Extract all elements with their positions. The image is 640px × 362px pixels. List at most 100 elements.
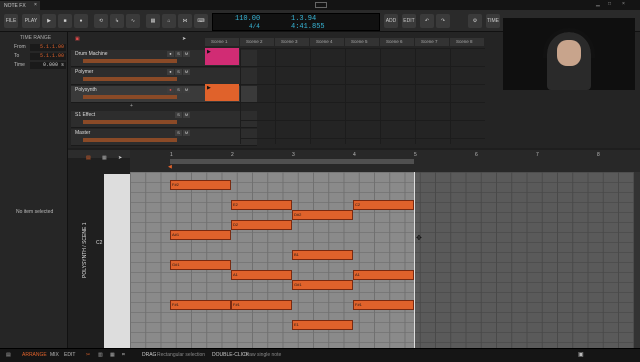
volume-meter[interactable]	[83, 95, 177, 99]
time-display[interactable]: 4:41.855	[291, 23, 325, 31]
bar-number: 4	[353, 152, 356, 158]
solo-button[interactable]: S	[175, 130, 182, 136]
punch-in-icon[interactable]: ↳	[110, 14, 124, 28]
note[interactable]: B1	[292, 250, 353, 260]
grid-icon[interactable]: ▦	[110, 352, 115, 358]
mute-button[interactable]: M	[183, 69, 190, 75]
note[interactable]: A1	[353, 270, 414, 280]
note[interactable]: C2	[353, 200, 414, 210]
loop-region[interactable]	[170, 159, 414, 164]
record-icon[interactable]: ●	[74, 14, 88, 28]
mute-button[interactable]: M	[183, 87, 190, 93]
scene-header[interactable]: Scene 1	[205, 38, 239, 46]
clip-drum-scene-1[interactable]: ▶	[205, 48, 239, 65]
bar-number: 5	[414, 152, 417, 158]
add-track-plus-icon[interactable]: +	[130, 103, 133, 109]
note[interactable]: D#2	[292, 210, 353, 220]
edit-tab[interactable]: EDIT	[64, 352, 75, 358]
clip-polysynth-scene-1[interactable]: ▶	[205, 84, 239, 101]
note[interactable]: E1	[292, 320, 353, 330]
side-panel-icon[interactable]: ▤	[86, 155, 91, 161]
mix-tab[interactable]: MIX	[50, 352, 59, 358]
note-grid[interactable]: F#2 E2 D#2 C2 D2 A#1 B1 G#1 A1 A1 G#1 F#…	[130, 172, 640, 348]
volume-meter[interactable]	[83, 77, 177, 81]
file-button[interactable]: FILE	[4, 14, 18, 28]
empty-selection-label: No item selected	[16, 209, 54, 215]
solo-button[interactable]: S	[175, 69, 182, 75]
scene-header[interactable]: Scene 5	[345, 38, 379, 46]
scene-header[interactable]: Scene 6	[380, 38, 414, 46]
keyboard-icon[interactable]: ⌨	[194, 14, 208, 28]
scene-header[interactable]: Scene 3	[275, 38, 309, 46]
note[interactable]: F#1	[231, 300, 292, 310]
solo-button[interactable]: S	[175, 87, 182, 93]
record-arm-button[interactable]: ●	[167, 69, 174, 75]
undo-icon[interactable]: ↶	[420, 14, 434, 28]
playhead-marker-icon[interactable]: ◀	[168, 164, 172, 170]
note[interactable]: F#1	[353, 300, 414, 310]
record-arm-button[interactable]: ●	[167, 51, 174, 57]
pointer-tool-icon[interactable]: ➤	[182, 36, 186, 42]
note[interactable]: A#1	[170, 230, 231, 240]
play-icon[interactable]: ▶	[207, 49, 211, 55]
bar-number: 8	[597, 152, 600, 158]
to-value[interactable]: 5.1.1.00	[30, 53, 66, 60]
mute-button[interactable]: M	[183, 112, 190, 118]
layout-icon[interactable]: ▦	[102, 155, 107, 161]
solo-button[interactable]: S	[175, 51, 182, 57]
play-icon[interactable]: ▶	[207, 85, 211, 91]
stop-icon[interactable]: ■	[58, 14, 72, 28]
status-icon[interactable]: ▤	[6, 352, 11, 358]
pointer-tool-icon[interactable]: ➤	[118, 155, 122, 161]
timeline-ruler[interactable]: 1 2 3 4 5 6 7 8 ◀	[130, 150, 640, 172]
position-display[interactable]: 1.3.94	[291, 15, 316, 23]
play-button[interactable]: PLAY	[22, 14, 40, 28]
tab-note-fx[interactable]: NOTE FX ×	[0, 1, 40, 10]
scene-header[interactable]: Scene 4	[310, 38, 344, 46]
scene-header[interactable]: Scene 2	[240, 38, 274, 46]
close-icon[interactable]: ×	[34, 2, 37, 8]
signature-display[interactable]: 4/4	[249, 23, 260, 30]
close-window-icon[interactable]: ×	[622, 1, 625, 7]
edit-button[interactable]: EDIT	[402, 14, 416, 28]
mixer-icon[interactable]: ⋈	[178, 14, 192, 28]
automation-icon[interactable]: ∿	[126, 14, 140, 28]
note[interactable]: G#1	[292, 280, 353, 290]
play-icon[interactable]: ▶	[42, 14, 56, 28]
metronome-icon[interactable]: ⌂	[162, 14, 176, 28]
view-icon[interactable]: ▥	[98, 352, 103, 358]
scene-header[interactable]: Scene 8	[450, 38, 484, 46]
vertical-scrollbar[interactable]	[634, 172, 640, 348]
note[interactable]: E2	[231, 200, 292, 210]
minimize-icon[interactable]: ▁	[596, 1, 600, 7]
volume-meter[interactable]	[83, 59, 177, 63]
time-button[interactable]: TIME	[486, 14, 500, 28]
clip-launcher-icon[interactable]: ▦	[146, 14, 160, 28]
time-value[interactable]: 0.000 s	[30, 62, 66, 69]
volume-meter[interactable]	[83, 120, 177, 124]
scene-header[interactable]: Scene 7	[415, 38, 449, 46]
snap-icon[interactable]: ⌗	[122, 352, 125, 358]
redo-icon[interactable]: ↷	[436, 14, 450, 28]
loop-icon[interactable]: ⟲	[94, 14, 108, 28]
arrange-tab[interactable]: ARRANGE	[22, 352, 47, 358]
solo-button[interactable]: S	[175, 112, 182, 118]
tools-icon[interactable]: ✂	[86, 352, 90, 358]
note[interactable]: D2	[231, 220, 292, 230]
from-value[interactable]: 5.1.1.00	[30, 44, 66, 51]
note[interactable]: F#1	[170, 300, 231, 310]
maximize-icon[interactable]: □	[608, 1, 611, 7]
track-side-label: POLYSYNTH / SCENE 1	[82, 222, 88, 278]
note[interactable]: G#1	[170, 260, 231, 270]
piano-keyboard[interactable]: C2	[96, 174, 130, 348]
mute-button[interactable]: M	[183, 51, 190, 57]
add-button[interactable]: ADD	[384, 14, 398, 28]
settings-icon[interactable]: ⚙	[468, 14, 482, 28]
record-arm-button[interactable]: ●	[167, 87, 174, 93]
note[interactable]: A1	[231, 270, 292, 280]
add-track-icon[interactable]: ▣	[75, 36, 80, 42]
mute-button[interactable]: M	[183, 130, 190, 136]
note[interactable]: F#2	[170, 180, 231, 190]
tempo-display[interactable]: 110.00	[235, 15, 260, 23]
volume-meter[interactable]	[83, 138, 177, 142]
